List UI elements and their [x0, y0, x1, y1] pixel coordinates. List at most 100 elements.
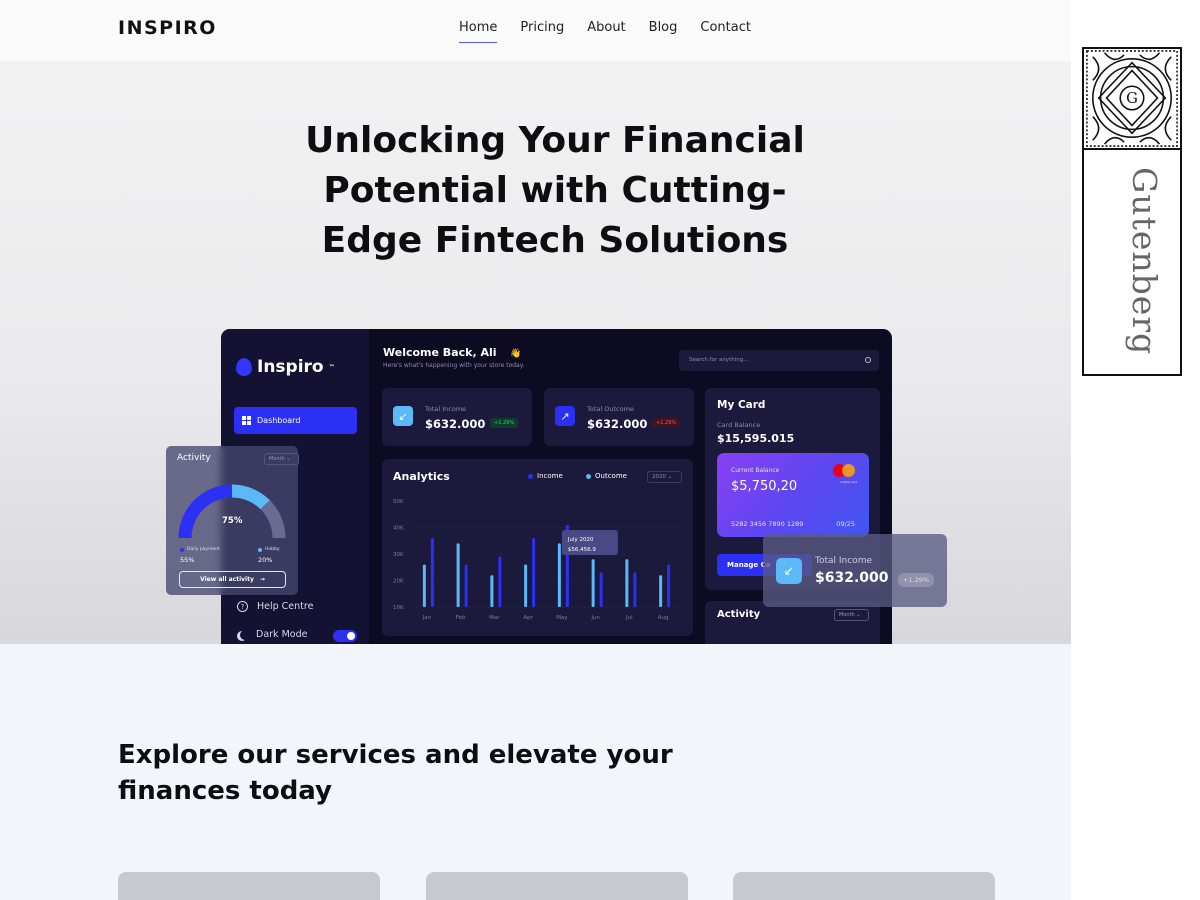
button-label: View all activity [200, 576, 254, 583]
bar-income [633, 572, 637, 607]
services-title-line: Explore our services and elevate your [118, 740, 673, 770]
x-tick-label: Mar [489, 615, 500, 621]
nav-contact[interactable]: Contact [700, 20, 751, 41]
legend-daily-payment: Daily payment [180, 547, 220, 552]
sidebar-item-dark-mode: Dark Mode [237, 629, 307, 640]
legend-label: Hobby [265, 547, 280, 552]
bar-outcome [422, 564, 426, 607]
activity-floating-card: Activity Month ⌄ 75% Daily payment 55% H… [166, 446, 299, 595]
nav-pricing[interactable]: Pricing [520, 20, 564, 41]
analytics-chart: 50K 40K 30K 20K 10K Jan Feb Mar Apr May Jun Jul Aug J… [393, 499, 682, 621]
service-card[interactable] [118, 872, 380, 900]
moon-icon [240, 630, 250, 640]
hero-section: Unlocking Your Financial Potential with … [0, 61, 1071, 644]
bar-income [498, 556, 502, 607]
arrow-down-left-icon: ↙ [393, 406, 413, 426]
services-title-line: finances today [118, 776, 333, 806]
welcome-subtitle: Here's what's happening with your store … [383, 362, 525, 369]
x-tick-label: Jul [625, 615, 633, 621]
sidebar-item-label: Help Centre [257, 601, 314, 612]
arrow-down-left-icon: ↙ [776, 558, 802, 584]
wave-icon: 👋 [510, 349, 522, 359]
card-expiry: 09/25 [836, 520, 855, 528]
analytics-panel: Analytics Income Outcome 2020 ⌄ 50K 40K 30… [382, 459, 693, 636]
service-card[interactable] [733, 872, 995, 900]
period-value: Month [839, 612, 855, 618]
x-tick-label: Feb [456, 615, 466, 621]
bar-income [464, 564, 468, 607]
sidebar-item-help-centre[interactable]: ? Help Centre [237, 601, 313, 612]
credit-card[interactable]: Current Balance $5,750,20 mastercard 528… [717, 453, 869, 537]
dashboard-brand: Inspiro ™ [236, 357, 335, 377]
nav-about[interactable]: About [587, 20, 625, 41]
sidebar-item-dashboard[interactable]: Dashboard [234, 407, 357, 434]
stat-value: $632.000 [587, 417, 648, 431]
svg-text:G: G [1126, 90, 1138, 107]
legend-dot [258, 547, 262, 552]
hero-title-line: Potential with Cutting- [323, 170, 787, 211]
services-title: Explore our services and elevate your fi… [118, 737, 678, 809]
stat-card-total-outcome: ↗ Total Outcome $632.000 +1.29% [544, 388, 694, 446]
stat-badge: +1.29% [490, 418, 519, 428]
current-balance-label: Current Balance [731, 467, 780, 474]
card-network-label: mastercard [839, 480, 857, 484]
legend-hobby: Hobby [258, 547, 280, 552]
site-header: INSPIRO Home Pricing About Blog Contact [0, 0, 1071, 61]
bar-outcome [625, 559, 629, 607]
stat-value: $632.000 [425, 417, 486, 431]
grid-icon [242, 416, 251, 425]
activity-title: Activity [717, 609, 761, 620]
hero-title-line: Unlocking Your Financial [305, 120, 805, 161]
bar-outcome [659, 575, 663, 607]
x-tick-label: Jun [590, 615, 600, 621]
search-placeholder: Search for anything... [689, 357, 749, 363]
my-card-title: My Card [717, 399, 766, 411]
legend-value: 20% [258, 556, 273, 564]
site-logo[interactable]: INSPIRO [118, 17, 217, 39]
current-balance-value: $5,750,20 [731, 479, 798, 494]
card-balance-label: Card Balance [717, 421, 761, 429]
sidebar-item-label: Dashboard [257, 416, 301, 425]
welcome-text: Welcome Back, Ali [383, 346, 497, 359]
x-tick-label: Apr [523, 615, 533, 621]
dark-mode-toggle[interactable] [333, 630, 357, 642]
hero-title: Unlocking Your Financial Potential with … [285, 116, 825, 266]
ornament-icon: G [1084, 49, 1180, 150]
stat-label: Total Outcome [587, 405, 634, 413]
hero-title-line: Edge Fintech Solutions [321, 220, 789, 261]
search-icon [865, 357, 871, 363]
nav-home[interactable]: Home [459, 20, 498, 43]
bar-outcome [456, 543, 460, 607]
legend-dot [180, 547, 184, 552]
card-balance-value: $15,595.015 [717, 432, 795, 445]
sidebar-item-label: Dark Mode [256, 629, 308, 640]
bar-income [599, 572, 603, 607]
income-floating-card: ↙ Total Income $632.000 +1.29% [763, 534, 947, 607]
y-tick-label: 50K [393, 499, 404, 505]
dashboard-search-input[interactable]: Search for anything... [679, 350, 879, 371]
tooltip-date: July 2020 [567, 537, 594, 543]
stat-label: Total Income [425, 405, 467, 413]
bar-outcome [490, 575, 494, 607]
bar-income [430, 538, 434, 607]
legend-label: Daily payment [187, 547, 220, 552]
y-tick-label: 30K [393, 552, 404, 558]
gauge-segment-hobby [231, 484, 270, 510]
activity-panel: Activity Month ⌄ [705, 601, 880, 644]
service-card[interactable] [426, 872, 688, 900]
bar-income [532, 538, 536, 607]
nav-blog[interactable]: Blog [649, 20, 678, 41]
legend-value: 55% [180, 556, 195, 564]
view-all-activity-button[interactable]: View all activity → [179, 571, 286, 588]
x-tick-label: Jan [422, 615, 432, 621]
period-select[interactable]: Month ⌄ [834, 609, 869, 621]
welcome-heading: Welcome Back, Ali 👋 [383, 346, 522, 359]
dashboard-brand-name: Inspiro [257, 357, 324, 377]
drop-logo-icon [236, 358, 252, 376]
right-panel: G Gutenberg [1071, 0, 1200, 900]
income-badge: +1.29% [898, 573, 935, 587]
gutenberg-badge[interactable]: G Gutenberg [1082, 47, 1182, 376]
main-nav: Home Pricing About Blog Contact [459, 20, 751, 43]
gauge-segment-remaining [260, 500, 286, 539]
x-tick-label: Aug [658, 615, 669, 621]
